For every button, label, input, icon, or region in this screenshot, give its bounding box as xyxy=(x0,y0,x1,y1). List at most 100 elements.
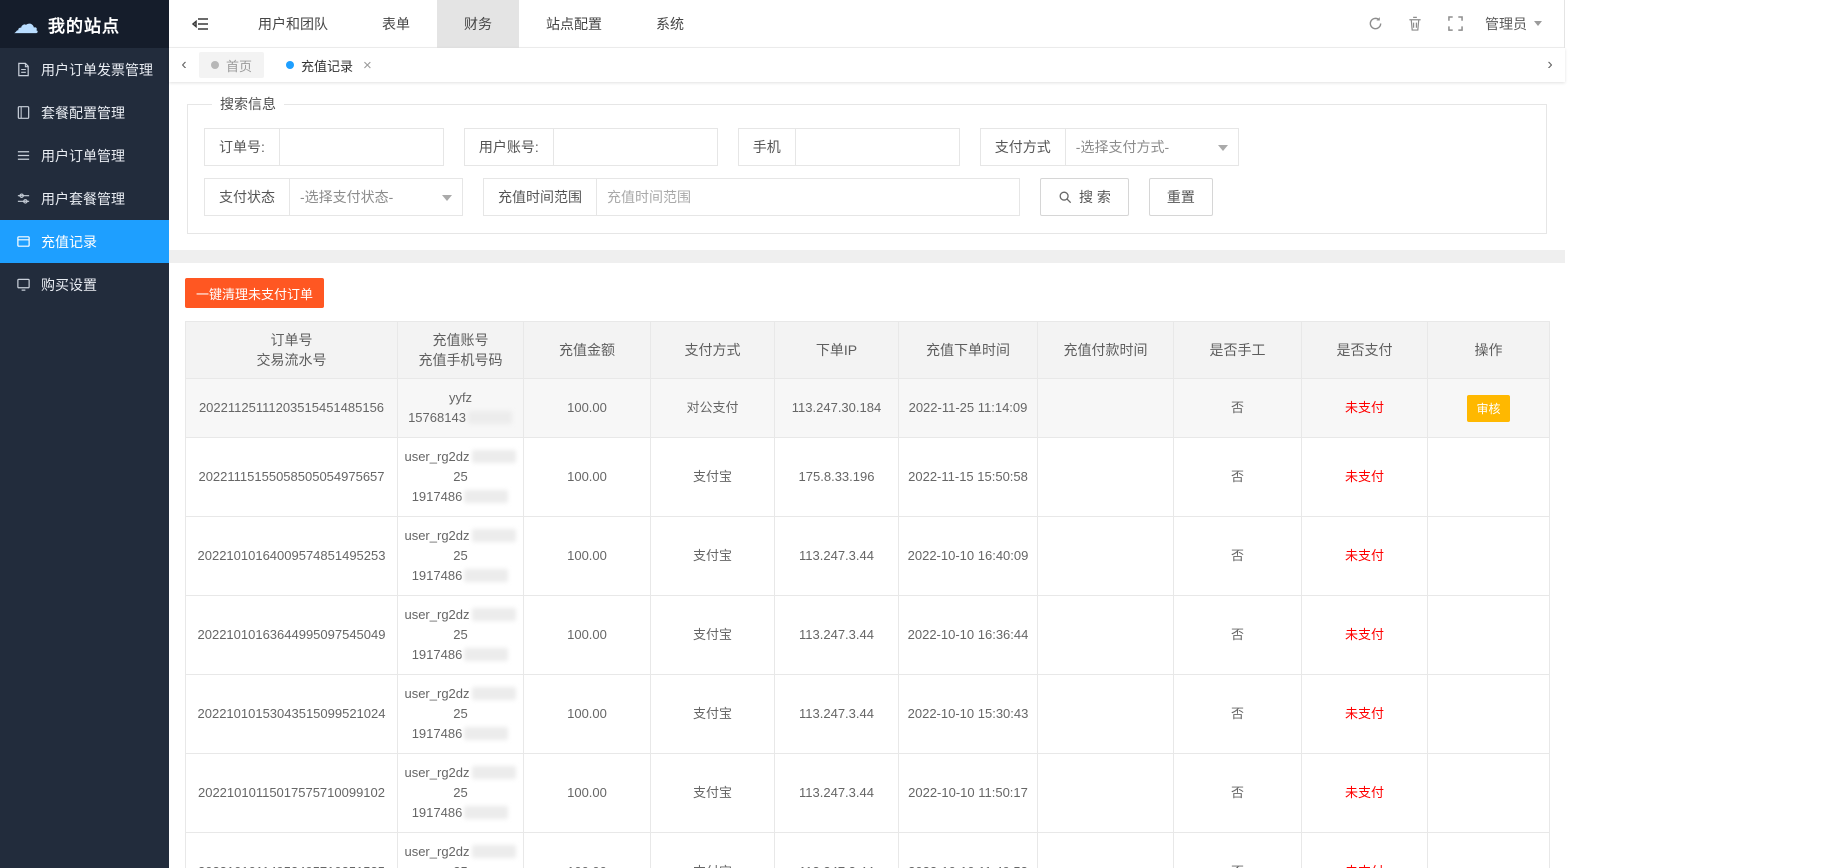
cell-action xyxy=(1427,595,1550,675)
sidebar-item-label: 用户套餐管理 xyxy=(41,190,125,207)
cell-order-no: 20221125111203515451485156 xyxy=(185,378,398,438)
cell-amount: 100.00 xyxy=(523,595,651,675)
sidebar-item-label: 购买设置 xyxy=(41,276,97,293)
phone-input[interactable] xyxy=(795,129,959,165)
cell-paid: 未支付 xyxy=(1301,437,1428,517)
order-no-input[interactable] xyxy=(279,129,443,165)
top-nav: 用户和团队 表单 财务 站点配置 系统 xyxy=(231,0,711,48)
chevron-down-icon xyxy=(1217,145,1228,156)
cell-account: user_rg2dz251917486 xyxy=(397,832,524,868)
column-header: 是否手工 xyxy=(1173,321,1302,379)
pay-method-label: 支付方式 xyxy=(981,129,1066,165)
cell-pay-method: 支付宝 xyxy=(650,674,775,754)
cell-amount: 100.00 xyxy=(523,378,651,438)
fullscreen-icon[interactable] xyxy=(1435,0,1475,48)
user-account-input[interactable] xyxy=(553,129,717,165)
topnav-item-system[interactable]: 系统 xyxy=(629,0,711,48)
order-no-field: 订单号: xyxy=(204,128,444,166)
cell-order-time: 2022-10-10 11:49:53 xyxy=(898,832,1038,868)
app-window: ☁ 我的站点 用户和团队 表单 财务 站点配置 系统 管理员 用户订单发票管理 … xyxy=(0,0,1565,868)
table-header-row: 订单号 交易流水号 充值账号 充值手机号码 充值金额 支付方式 下单IP 充值下单时间 充值付款… xyxy=(185,321,1550,379)
redacted-text xyxy=(471,450,516,463)
search-button-label: 搜 索 xyxy=(1079,189,1111,205)
cell-order-ip: 113.247.3.44 xyxy=(774,595,899,675)
top-header: ☁ 我的站点 用户和团队 表单 财务 站点配置 系统 管理员 xyxy=(0,0,1564,48)
reset-button-label: 重置 xyxy=(1166,189,1195,205)
tab-recharge-records[interactable]: 充值记录 × xyxy=(274,48,384,82)
sidebar-item-label: 用户订单发票管理 xyxy=(41,61,153,78)
sidebar-item-package-config[interactable]: 套餐配置管理 xyxy=(0,91,169,134)
user-account-label: 用户账号: xyxy=(465,129,554,165)
cell-paid: 未支付 xyxy=(1301,674,1428,754)
sliders-icon xyxy=(16,191,31,206)
column-header: 操作 xyxy=(1427,321,1550,379)
tab-dot-icon xyxy=(211,61,219,69)
page-content: 搜索信息 订单号: 用户账号: 手机 支付方式 -选择支付方式- 支付状态 -选… xyxy=(169,82,1565,868)
recharge-table-body: 20221125111203515451485156 yyfz 15768143 10… xyxy=(185,378,1550,868)
search-fieldset: 搜索信息 订单号: 用户账号: 手机 支付方式 -选择支付方式- 支付状态 -选… xyxy=(187,94,1547,234)
sidebar-item-label: 套餐配置管理 xyxy=(41,104,125,121)
table-row: 20221010163644995097545049 user_rg2dz25 19… xyxy=(185,595,1550,675)
redacted-text xyxy=(471,766,516,779)
cell-order-time: 2022-11-15 15:50:58 xyxy=(898,437,1038,517)
cell-order-no: 20221010115017575710099102 xyxy=(185,753,398,833)
tabs-scroll-right-icon[interactable]: › xyxy=(1535,56,1565,74)
sidebar-item-user-packages[interactable]: 用户套餐管理 xyxy=(0,177,169,220)
pay-status-select[interactable]: -选择支付状态- xyxy=(290,179,462,215)
tabs-scroll-left-icon[interactable]: ‹ xyxy=(169,56,199,74)
unpaid-status: 未支付 xyxy=(1344,469,1384,484)
card-icon xyxy=(16,234,31,249)
cell-order-time: 2022-10-10 16:40:09 xyxy=(898,516,1038,596)
topnav-item-users-teams[interactable]: 用户和团队 xyxy=(231,0,355,48)
recharge-table: 订单号 交易流水号 充值账号 充值手机号码 充值金额 支付方式 下单IP 充值下单时间 充值付款… xyxy=(185,321,1550,868)
search-button[interactable]: 搜 索 xyxy=(1040,178,1129,216)
sidebar-item-invoice-management[interactable]: 用户订单发票管理 xyxy=(0,48,169,91)
tab-home[interactable]: 首页 xyxy=(199,52,265,78)
sidebar-item-user-orders[interactable]: 用户订单管理 xyxy=(0,134,169,177)
redacted-text xyxy=(471,608,516,621)
cell-order-time: 2022-10-10 16:36:44 xyxy=(898,595,1038,675)
sidebar-item-recharge-records[interactable]: 充值记录 xyxy=(0,220,169,263)
time-range-input[interactable] xyxy=(597,179,1019,215)
cell-action xyxy=(1427,516,1550,596)
sidebar-item-purchase-settings[interactable]: 购买设置 xyxy=(0,263,169,306)
topnav-item-forms[interactable]: 表单 xyxy=(355,0,437,48)
clear-unpaid-button[interactable]: 一键清理未支付订单 xyxy=(185,278,325,308)
tab-bar: ‹ 首页 充值记录 × › xyxy=(169,48,1565,82)
cell-account: user_rg2dz251917486 xyxy=(397,595,524,675)
redacted-text xyxy=(464,490,509,503)
collapse-sidebar-icon[interactable] xyxy=(169,0,231,48)
column-header: 订单号 交易流水号 xyxy=(185,321,398,379)
book-icon xyxy=(16,105,31,120)
pay-method-select[interactable]: -选择支付方式- xyxy=(1066,129,1238,165)
refresh-icon[interactable] xyxy=(1355,0,1395,48)
cell-account: user_rg2dz251917486 xyxy=(397,437,524,517)
pay-method-selected-value: -选择支付方式- xyxy=(1075,139,1170,155)
sidebar-item-label: 用户订单管理 xyxy=(41,147,125,164)
top-actions: 管理员 xyxy=(1355,0,1564,48)
cell-order-no: 20221010153043515099521024 xyxy=(185,674,398,754)
cell-paid: 未支付 xyxy=(1301,378,1428,438)
brand-logo[interactable]: ☁ 我的站点 xyxy=(0,0,169,48)
trash-icon[interactable] xyxy=(1395,0,1435,48)
phone-field: 手机 xyxy=(737,128,960,166)
audit-button[interactable]: 审核 xyxy=(1467,394,1510,422)
cell-manual: 否 xyxy=(1173,437,1302,517)
cell-pay-time xyxy=(1037,595,1174,675)
cell-pay-time xyxy=(1037,378,1174,438)
topnav-item-site-config[interactable]: 站点配置 xyxy=(519,0,629,48)
redacted-text xyxy=(464,569,509,582)
cell-action xyxy=(1427,753,1550,833)
cell-order-ip: 113.247.3.44 xyxy=(774,674,899,754)
cell-pay-method: 支付宝 xyxy=(650,595,775,675)
cell-account: yyfz 15768143 xyxy=(397,378,524,438)
unpaid-status: 未支付 xyxy=(1344,627,1384,642)
topnav-item-finance[interactable]: 财务 xyxy=(437,0,519,48)
redacted-text xyxy=(464,648,509,661)
close-icon[interactable]: × xyxy=(363,58,372,73)
admin-menu[interactable]: 管理员 xyxy=(1475,0,1552,48)
cell-action xyxy=(1427,832,1550,868)
tab-label: 首页 xyxy=(226,58,253,74)
table-row: 20221125111203515451485156 yyfz 15768143 10… xyxy=(185,378,1550,438)
reset-button[interactable]: 重置 xyxy=(1148,178,1213,216)
